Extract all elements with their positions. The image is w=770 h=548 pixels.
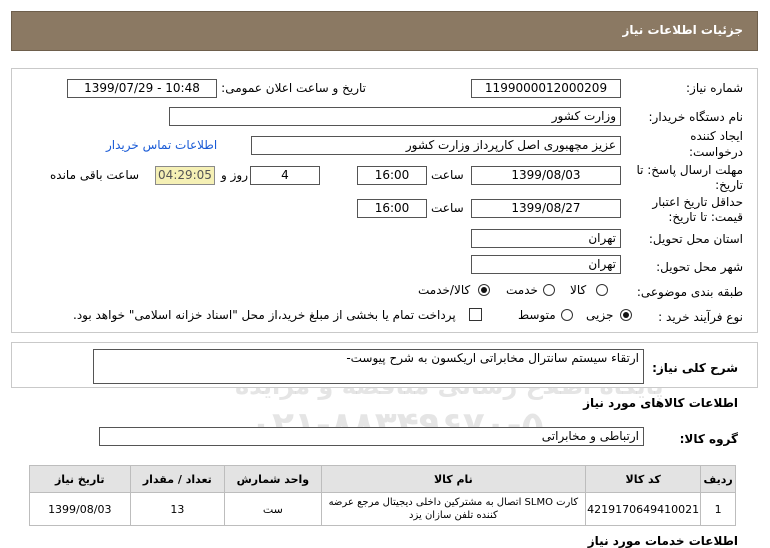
days-field: 4 [250, 166, 320, 185]
announce-label: تاریخ و ساعت اعلان عمومی: [221, 81, 366, 95]
cell-unit: ست [224, 492, 322, 526]
category-goods-label: کالا [570, 283, 587, 297]
goods-table: تاریخ نیاز تعداد / مقدار واحد شمارش نام … [29, 465, 736, 526]
province-label: استان محل تحویل: [648, 232, 743, 246]
purchase-minor-radio[interactable] [620, 309, 632, 321]
goods-group-label: گروه کالا: [679, 432, 738, 446]
validity-time-label: ساعت [431, 201, 464, 215]
col-code: کد کالا [585, 465, 702, 493]
requester-field: عزیز مچهبوری اصل کارپرداز وزارت کشور [251, 136, 621, 155]
col-date: تاریخ نیاز [29, 465, 131, 493]
purchase-medium-label: متوسط [518, 308, 556, 322]
col-row: ردیف [700, 465, 736, 493]
col-qty: تعداد / مقدار [129, 465, 226, 493]
announce-field: 1399/07/29 - 10:48 [67, 79, 217, 98]
validity-time-field: 16:00 [357, 199, 427, 218]
buyer-contact-link[interactable]: اطلاعات تماس خریدار [106, 138, 217, 152]
remaining-timer: 04:29:05 [155, 166, 215, 185]
page-header: جزئیات اطلاعات نیاز [11, 11, 758, 51]
summary-field: ارتقاء سیستم سانترال مخابراتی اریکسون به… [93, 349, 644, 384]
validity-label: حداقل تاریخ اعتبار قیمت: تا تاریخ: [652, 195, 743, 224]
cell-row: 1 [700, 492, 736, 526]
goods-table-header: تاریخ نیاز تعداد / مقدار واحد شمارش نام … [29, 465, 736, 493]
category-label: طبقه بندی موضوعی: [636, 285, 743, 299]
buyer-label: نام دستگاه خریدار: [648, 110, 744, 124]
cell-date: 1399/08/03 [29, 492, 131, 526]
page-title: جزئیات اطلاعات نیاز [622, 23, 743, 37]
category-service-label: خدمت [506, 283, 538, 297]
deadline-time-label: ساعت [431, 168, 464, 182]
services-section-title: اطلاعات خدمات مورد نیاز [587, 534, 738, 548]
need-number-field: 1199000012000209 [471, 79, 621, 98]
goods-table-wrapper: تاریخ نیاز تعداد / مقدار واحد شمارش نام … [29, 465, 736, 526]
category-goods-service-radio[interactable] [478, 284, 490, 296]
requester-label: ایجاد کننده درخواست: [689, 129, 743, 159]
col-name: نام کالا [320, 465, 587, 493]
category-goods-radio[interactable] [596, 284, 608, 296]
remaining-label: ساعت باقی مانده [50, 168, 140, 182]
days-label: روز و [221, 168, 248, 182]
purchase-minor-label: جزیی [586, 308, 614, 322]
province-field: تهران [471, 229, 621, 248]
validity-date-field: 1399/08/27 [471, 199, 621, 218]
col-unit: واحد شمارش [224, 465, 322, 493]
summary-label: شرح کلی نیاز: [652, 361, 738, 375]
need-number-label: شماره نیاز: [686, 81, 743, 95]
city-label: شهر محل تحویل: [656, 260, 743, 274]
category-service-radio[interactable] [543, 284, 555, 296]
cell-qty: 13 [129, 492, 226, 526]
buyer-field: وزارت کشور [169, 107, 621, 126]
table-row: 1399/08/03 13 ست کارت SLMO اتصال به مشتر… [29, 492, 736, 526]
category-goods-service-label: کالا/خدمت [418, 283, 471, 297]
purchase-medium-radio[interactable] [561, 309, 573, 321]
treasury-payment-checkbox[interactable] [469, 308, 482, 321]
deadline-time-field: 16:00 [357, 166, 427, 185]
treasury-payment-note: پرداخت تمام یا بخشی از مبلغ خرید،از محل … [73, 308, 456, 322]
cell-code: 4219170649410021 [585, 492, 702, 526]
goods-section-title: اطلاعات کالاهای مورد نیاز [583, 396, 738, 410]
deadline-label: مهلت ارسال پاسخ: تا تاریخ: [636, 163, 743, 192]
purchase-type-label: نوع فرآیند خرید : [658, 310, 743, 324]
deadline-date-field: 1399/08/03 [471, 166, 621, 185]
goods-group-field: ارتباطی و مخابراتی [99, 427, 644, 446]
cell-name: کارت SLMO اتصال به مشترکین داخلی دیجیتال… [320, 492, 587, 526]
city-field: تهران [471, 255, 621, 274]
